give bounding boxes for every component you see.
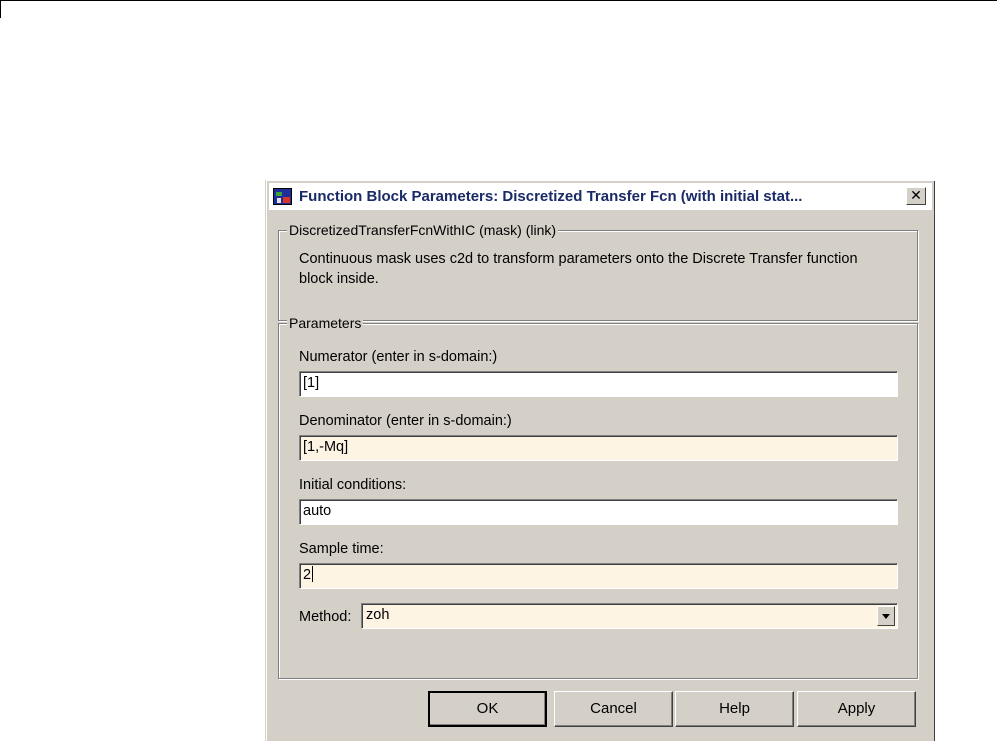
- initial-conditions-input[interactable]: auto: [299, 499, 898, 525]
- method-label: Method:: [299, 609, 352, 625]
- page-left-tick: [0, 0, 1, 18]
- cancel-button[interactable]: Cancel: [554, 691, 673, 727]
- method-select[interactable]: zoh: [361, 603, 898, 629]
- numerator-label: Numerator (enter in s-domain:): [299, 349, 498, 365]
- block-parameters-dialog: Function Block Parameters: Discretized T…: [265, 180, 935, 741]
- sample-time-input[interactable]: 2: [299, 563, 898, 589]
- description-legend: DiscretizedTransferFcnWithIC (mask) (lin…: [287, 222, 559, 238]
- parameters-legend: Parameters: [287, 315, 364, 331]
- page-top-rule: [0, 0, 997, 1]
- apply-button[interactable]: Apply: [797, 691, 916, 727]
- denominator-label: Denominator (enter in s-domain:): [299, 413, 512, 429]
- parameters-group: Parameters Numerator (enter in s-domain:…: [278, 315, 918, 679]
- help-button[interactable]: Help: [675, 691, 794, 727]
- denominator-input[interactable]: [1,-Mq]: [299, 435, 898, 461]
- numerator-input[interactable]: [1]: [299, 371, 898, 397]
- description-text: Continuous mask uses c2d to transform pa…: [299, 251, 858, 287]
- title-bar[interactable]: Function Block Parameters: Discretized T…: [269, 183, 932, 210]
- initial-conditions-label: Initial conditions:: [299, 477, 407, 493]
- dropdown-arrow-icon[interactable]: [877, 606, 895, 626]
- close-icon[interactable]: ✕: [906, 187, 926, 205]
- method-selected-value: zoh: [366, 607, 390, 623]
- ok-button[interactable]: OK: [428, 691, 547, 727]
- sample-time-value: 2: [303, 567, 312, 583]
- dialog-title: Function Block Parameters: Discretized T…: [299, 188, 803, 205]
- text-caret: [312, 566, 314, 582]
- description-group: DiscretizedTransferFcnWithIC (mask) (lin…: [278, 222, 918, 321]
- simulink-block-icon: [273, 188, 292, 205]
- sample-time-label: Sample time:: [299, 541, 384, 557]
